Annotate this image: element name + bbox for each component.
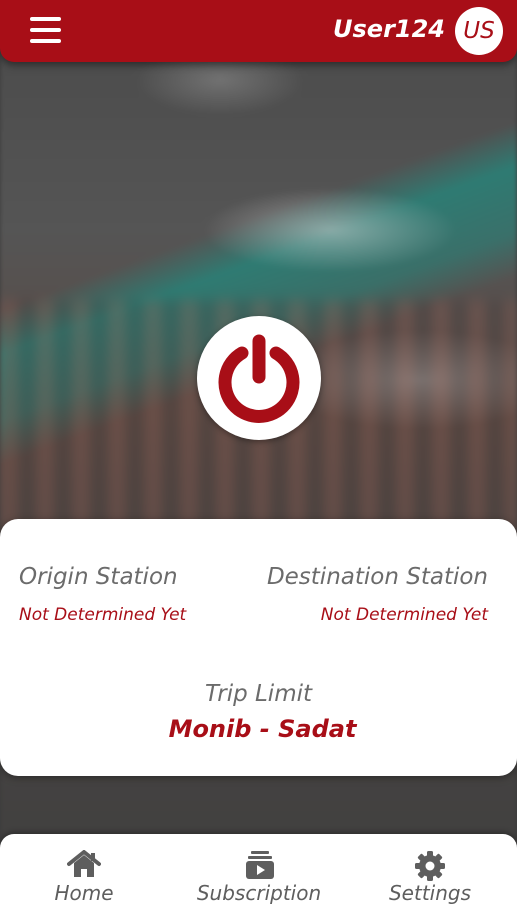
trip-info-card: Origin Station Not Determined Yet Destin… bbox=[0, 519, 517, 776]
destination-station-value: Not Determined Yet bbox=[320, 605, 488, 625]
avatar[interactable]: US bbox=[455, 7, 503, 55]
nav-item-settings[interactable]: Settings bbox=[380, 834, 480, 919]
origin-station-value: Not Determined Yet bbox=[19, 605, 187, 625]
nav-item-subscription[interactable]: Subscription bbox=[192, 834, 326, 919]
power-icon bbox=[218, 334, 300, 423]
background-image bbox=[0, 0, 517, 919]
origin-station-label: Origin Station bbox=[19, 564, 178, 590]
home-icon bbox=[67, 850, 101, 877]
hamburger-menu-icon[interactable] bbox=[30, 15, 64, 45]
power-button[interactable] bbox=[197, 316, 321, 440]
username-label: User124 bbox=[333, 15, 445, 43]
gear-icon bbox=[415, 851, 445, 881]
nav-label-settings: Settings bbox=[388, 881, 472, 905]
bottom-navigation: Home Subscription Settings bbox=[0, 834, 517, 919]
subscription-icon bbox=[246, 851, 274, 879]
nav-label-subscription: Subscription bbox=[196, 881, 322, 905]
nav-label-home: Home bbox=[54, 881, 114, 905]
trip-limit-label: Trip Limit bbox=[204, 681, 313, 707]
destination-station-label: Destination Station bbox=[266, 564, 488, 590]
nav-item-home[interactable]: Home bbox=[34, 834, 134, 919]
top-app-bar: User124 US bbox=[0, 0, 517, 62]
trip-limit-value: Monib - Sadat bbox=[168, 715, 357, 743]
